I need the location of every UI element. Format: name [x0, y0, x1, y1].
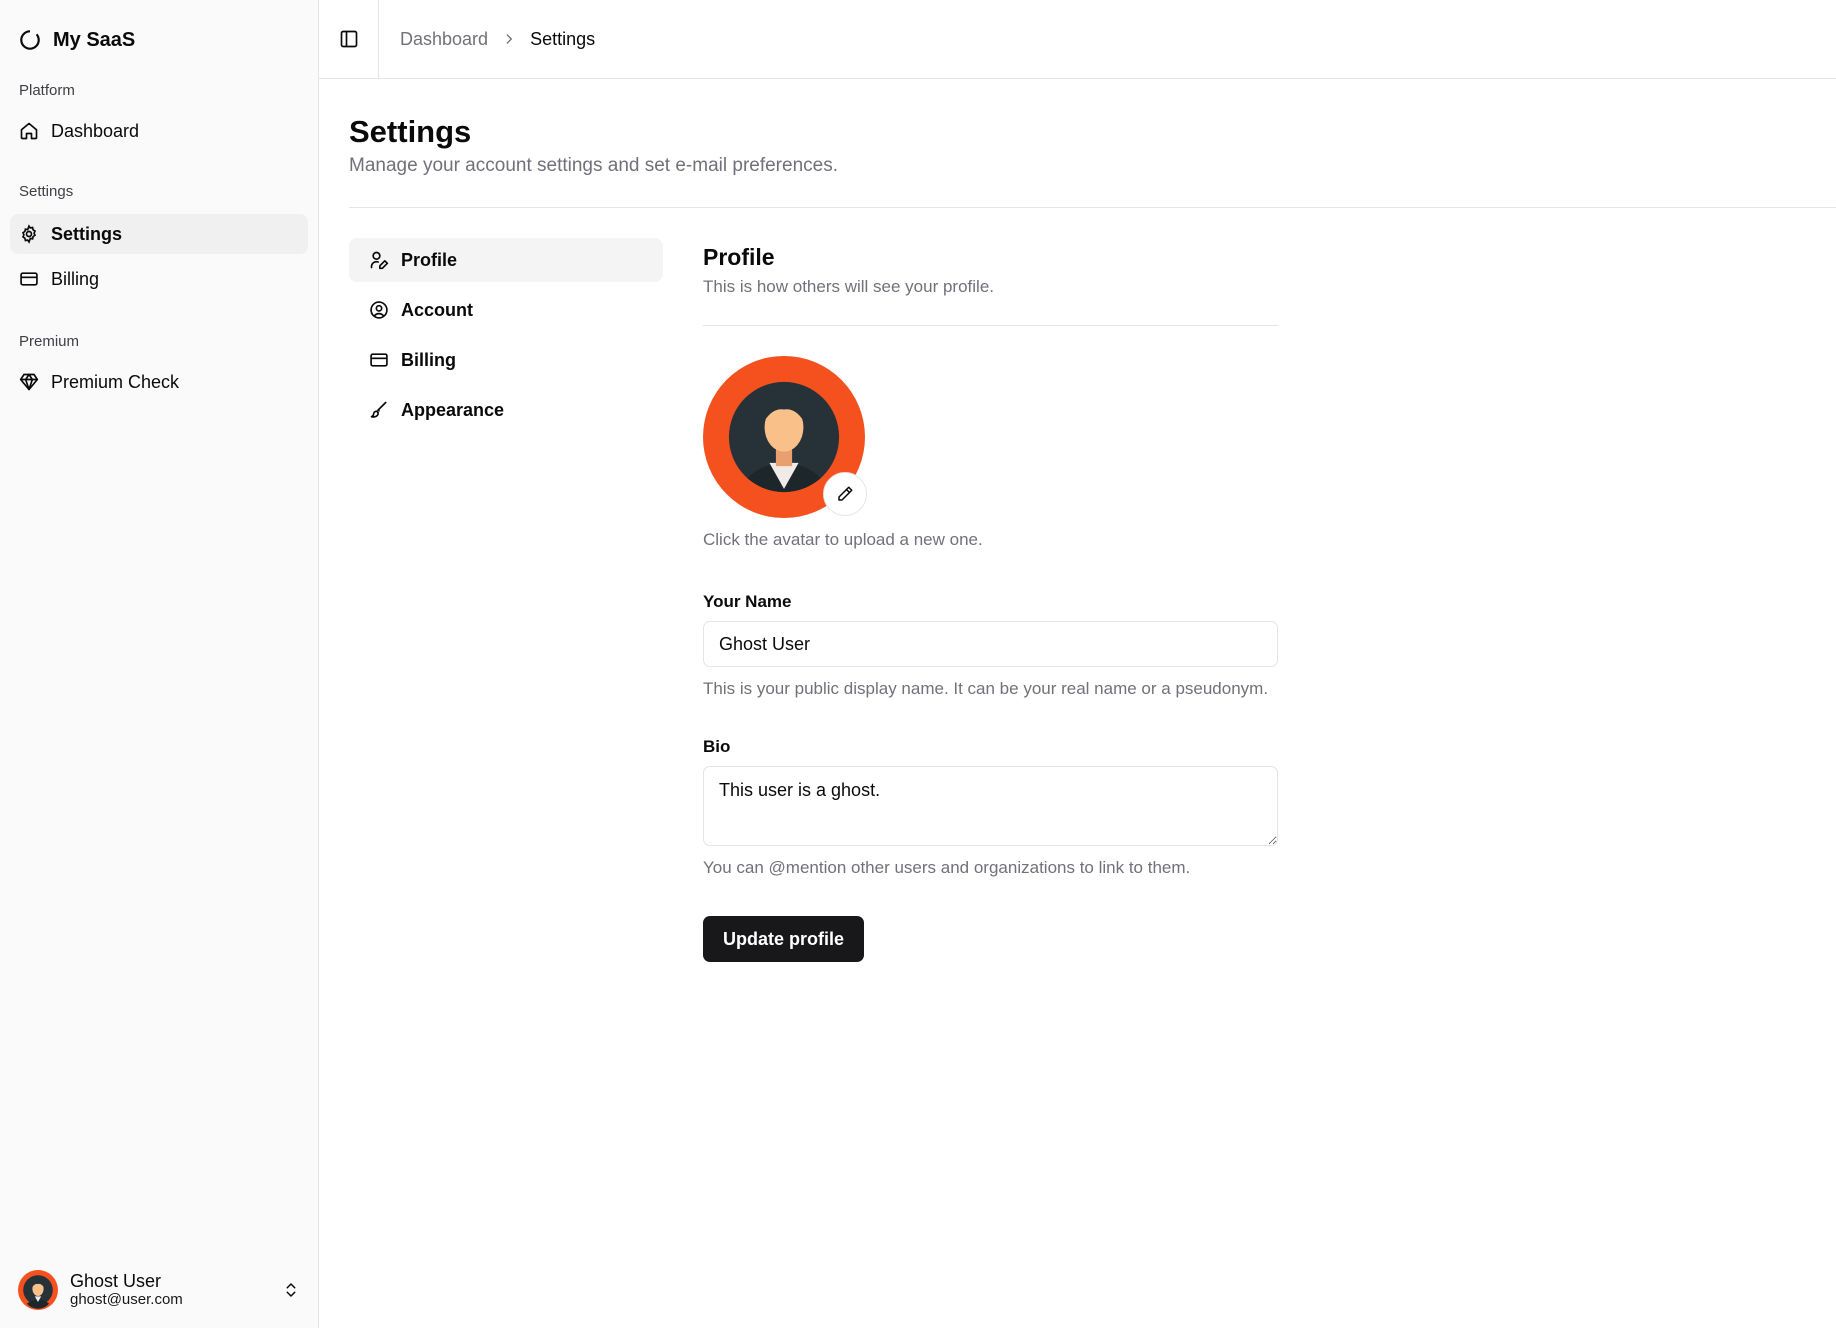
- tab-billing[interactable]: Billing: [349, 338, 663, 382]
- credit-card-icon: [370, 353, 388, 367]
- tab-label: Account: [401, 299, 473, 320]
- page-title: Settings: [349, 114, 472, 149]
- avatar-upload[interactable]: [703, 356, 867, 518]
- user-name: Ghost User: [70, 1271, 162, 1291]
- sidebar-toggle-button[interactable]: [319, 0, 379, 79]
- brand[interactable]: My SaaS: [0, 0, 318, 62]
- tab-profile[interactable]: Profile: [349, 238, 663, 282]
- app-name: My SaaS: [53, 28, 136, 51]
- settings-page: Settings Manage your account settings an…: [319, 79, 1836, 962]
- breadcrumb-dashboard-link[interactable]: Dashboard: [400, 29, 488, 50]
- logo-icon: [20, 29, 40, 50]
- avatar-hint: Click the avatar to upload a new one.: [703, 530, 983, 549]
- sidebar-item-billing[interactable]: Billing: [10, 259, 308, 299]
- main-area: Dashboard Settings Settings Manage your …: [319, 0, 1836, 1328]
- user-pen-icon: [370, 251, 389, 270]
- sidebar-item-label: Premium Check: [51, 371, 180, 392]
- tab-label: Billing: [401, 349, 456, 370]
- tab-label: Profile: [401, 249, 458, 270]
- brush-icon: [370, 401, 387, 418]
- settings-subnav: Profile Account Billing Appearance: [349, 238, 663, 962]
- update-profile-button[interactable]: Update profile: [703, 916, 865, 962]
- avatar: [18, 1270, 58, 1310]
- name-input[interactable]: [703, 621, 1278, 667]
- page-subtitle: Manage your account settings and set e-m…: [349, 155, 838, 176]
- pencil-icon: [838, 486, 853, 501]
- divider: [703, 325, 1278, 326]
- sidebar-item-label: Dashboard: [51, 120, 140, 141]
- sidebar-group-settings: Settings: [19, 183, 74, 200]
- user-menu[interactable]: Ghost User ghost@user.com: [18, 1268, 300, 1312]
- user-email: ghost@user.com: [70, 1291, 183, 1308]
- user-circle-icon: [370, 301, 388, 319]
- name-help: This is your public display name. It can…: [703, 679, 1269, 698]
- tab-label: Appearance: [401, 399, 505, 420]
- sidebar-item-settings[interactable]: Settings: [10, 214, 308, 254]
- sidebar-item-label: Settings: [51, 223, 123, 244]
- user-info: Ghost User ghost@user.com: [70, 1271, 282, 1309]
- settings-layout: Profile Account Billing Appearance Profi…: [349, 238, 1836, 962]
- sidebar-item-premium-check[interactable]: Premium Check: [10, 362, 308, 402]
- edit-avatar-button[interactable]: [823, 472, 867, 516]
- app-root: My SaaS Platform Dashboard Settings Sett…: [0, 0, 1836, 1328]
- gear-icon: [21, 224, 37, 244]
- section-title: Profile: [703, 244, 775, 270]
- sidebar: My SaaS Platform Dashboard Settings Sett…: [0, 0, 319, 1328]
- panel-left-icon: [340, 30, 357, 48]
- sidebar-item-label: Billing: [51, 268, 100, 289]
- bio-help: You can @mention other users and organiz…: [703, 858, 1191, 877]
- tab-account[interactable]: Account: [349, 288, 663, 332]
- bio-label: Bio: [703, 737, 731, 756]
- profile-panel: Profile This is how others will see your…: [703, 238, 1278, 962]
- breadcrumb-current: Settings: [530, 28, 596, 49]
- topbar: Dashboard Settings: [319, 0, 1836, 79]
- breadcrumb: Dashboard Settings: [379, 29, 595, 50]
- sidebar-group-platform: Platform: [19, 82, 75, 99]
- section-subtitle: This is how others will see your profile…: [703, 277, 995, 296]
- gem-icon: [19, 373, 39, 391]
- home-icon: [20, 122, 38, 140]
- chevrons-up-down-icon[interactable]: [282, 1281, 300, 1299]
- tab-appearance[interactable]: Appearance: [349, 388, 663, 432]
- sidebar-group-premium: Premium: [19, 333, 80, 350]
- sidebar-item-dashboard[interactable]: Dashboard: [10, 111, 308, 151]
- divider: [349, 207, 1836, 208]
- credit-card-icon: [20, 272, 38, 286]
- name-label: Your Name: [703, 592, 792, 611]
- bio-textarea[interactable]: This user is a ghost.: [703, 766, 1278, 846]
- chevron-right-icon: [506, 34, 513, 44]
